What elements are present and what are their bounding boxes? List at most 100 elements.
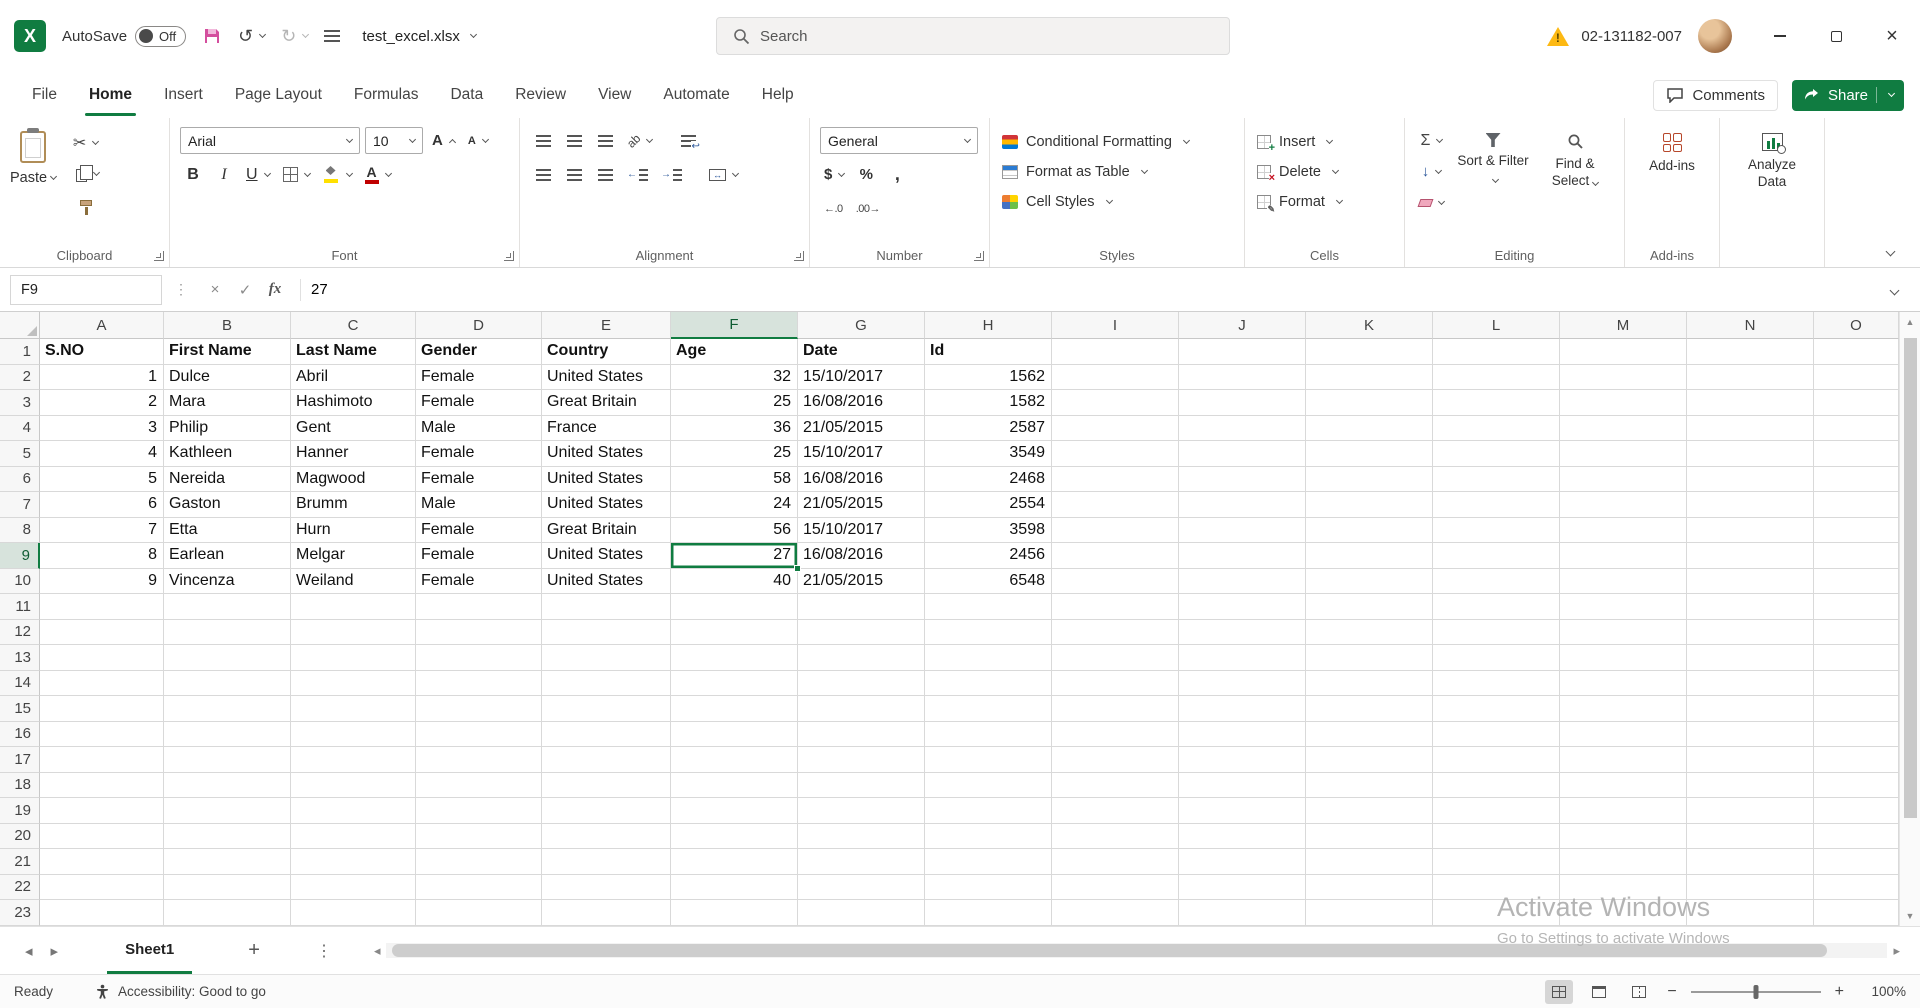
cell-E21[interactable] xyxy=(542,849,671,875)
column-header-n[interactable]: N xyxy=(1687,312,1814,339)
horizontal-scroll-track[interactable] xyxy=(386,943,1887,958)
cell-F16[interactable] xyxy=(671,722,798,748)
scroll-up-icon[interactable]: ▲ xyxy=(1900,317,1920,327)
cell-styles-dropdown-icon[interactable] xyxy=(1105,197,1112,204)
row-header-5[interactable]: 5 xyxy=(0,441,40,467)
cell-K22[interactable] xyxy=(1306,875,1433,901)
cell-O23[interactable] xyxy=(1814,900,1899,926)
cell-A5[interactable]: 4 xyxy=(40,441,164,467)
cell-M11[interactable] xyxy=(1560,594,1687,620)
cell-K5[interactable] xyxy=(1306,441,1433,467)
cell-O20[interactable] xyxy=(1814,824,1899,850)
cell-J12[interactable] xyxy=(1179,620,1306,646)
column-header-m[interactable]: M xyxy=(1560,312,1687,339)
font-name-dropdown-icon[interactable] xyxy=(346,135,353,142)
cell-B10[interactable]: Vincenza xyxy=(164,569,291,595)
orientation-button[interactable]: ab xyxy=(623,127,656,154)
fill-button[interactable]: ↓ xyxy=(1415,158,1448,185)
cell-C3[interactable]: Hashimoto xyxy=(291,390,416,416)
cell-C16[interactable] xyxy=(291,722,416,748)
zoom-slider[interactable] xyxy=(1691,991,1821,993)
cell-E17[interactable] xyxy=(542,747,671,773)
share-dropdown-icon[interactable] xyxy=(1888,90,1895,97)
cell-N1[interactable] xyxy=(1687,339,1814,365)
row-header-20[interactable]: 20 xyxy=(0,824,40,850)
cell-B9[interactable]: Earlean xyxy=(164,543,291,569)
cell-G23[interactable] xyxy=(798,900,925,926)
cell-N22[interactable] xyxy=(1687,875,1814,901)
cell-F20[interactable] xyxy=(671,824,798,850)
font-dialog-launcher[interactable] xyxy=(504,251,514,261)
cell-C20[interactable] xyxy=(291,824,416,850)
cell-B5[interactable]: Kathleen xyxy=(164,441,291,467)
italic-button[interactable]: I xyxy=(211,161,237,188)
cell-F2[interactable]: 32 xyxy=(671,365,798,391)
cell-D18[interactable] xyxy=(416,773,542,799)
cell-G11[interactable] xyxy=(798,594,925,620)
cell-I11[interactable] xyxy=(1052,594,1179,620)
analyze-data-button[interactable]: Analyze Data xyxy=(1735,127,1809,243)
cut-dropdown-icon[interactable] xyxy=(92,137,99,144)
cell-A14[interactable] xyxy=(40,671,164,697)
cell-A7[interactable]: 6 xyxy=(40,492,164,518)
cell-B8[interactable]: Etta xyxy=(164,518,291,544)
cell-B23[interactable] xyxy=(164,900,291,926)
cell-M5[interactable] xyxy=(1560,441,1687,467)
row-header-4[interactable]: 4 xyxy=(0,416,40,442)
cell-L8[interactable] xyxy=(1433,518,1560,544)
cell-O18[interactable] xyxy=(1814,773,1899,799)
cell-F1[interactable]: Age xyxy=(671,339,798,365)
cell-C2[interactable]: Abril xyxy=(291,365,416,391)
copy-dropdown-icon[interactable] xyxy=(93,168,100,175)
cell-B1[interactable]: First Name xyxy=(164,339,291,365)
new-sheet-button[interactable]: + xyxy=(240,939,268,962)
cell-D7[interactable]: Male xyxy=(416,492,542,518)
cell-L3[interactable] xyxy=(1433,390,1560,416)
cell-E12[interactable] xyxy=(542,620,671,646)
cell-E15[interactable] xyxy=(542,696,671,722)
tab-help[interactable]: Help xyxy=(746,72,810,118)
column-header-k[interactable]: K xyxy=(1306,312,1433,339)
underline-dropdown-icon[interactable] xyxy=(264,169,271,176)
align-middle-button[interactable] xyxy=(561,127,587,154)
cell-D6[interactable]: Female xyxy=(416,467,542,493)
cell-F13[interactable] xyxy=(671,645,798,671)
cell-H7[interactable]: 2554 xyxy=(925,492,1052,518)
cell-L16[interactable] xyxy=(1433,722,1560,748)
align-bottom-button[interactable] xyxy=(592,127,618,154)
cell-B6[interactable]: Nereida xyxy=(164,467,291,493)
conditional-formatting-button[interactable]: Conditional Formatting xyxy=(1000,127,1234,157)
cell-N20[interactable] xyxy=(1687,824,1814,850)
cell-O21[interactable] xyxy=(1814,849,1899,875)
cell-N12[interactable] xyxy=(1687,620,1814,646)
autosum-dropdown-icon[interactable] xyxy=(1436,135,1443,142)
insert-cells-button[interactable]: + Insert xyxy=(1255,127,1394,157)
cell-E3[interactable]: Great Britain xyxy=(542,390,671,416)
row-header-23[interactable]: 23 xyxy=(0,900,40,926)
cell-D14[interactable] xyxy=(416,671,542,697)
cell-H2[interactable]: 1562 xyxy=(925,365,1052,391)
redo-dropdown-icon[interactable] xyxy=(302,31,309,38)
row-header-14[interactable]: 14 xyxy=(0,671,40,697)
cell-M17[interactable] xyxy=(1560,747,1687,773)
format-as-table-dropdown-icon[interactable] xyxy=(1141,167,1148,174)
row-header-16[interactable]: 16 xyxy=(0,722,40,748)
insert-dropdown-icon[interactable] xyxy=(1326,137,1333,144)
undo-button[interactable]: ↺ xyxy=(238,26,265,47)
cell-N21[interactable] xyxy=(1687,849,1814,875)
cell-E5[interactable]: United States xyxy=(542,441,671,467)
cell-I7[interactable] xyxy=(1052,492,1179,518)
cell-N16[interactable] xyxy=(1687,722,1814,748)
cell-M4[interactable] xyxy=(1560,416,1687,442)
cell-A22[interactable] xyxy=(40,875,164,901)
cell-K21[interactable] xyxy=(1306,849,1433,875)
cell-F6[interactable]: 58 xyxy=(671,467,798,493)
cell-E14[interactable] xyxy=(542,671,671,697)
cell-C17[interactable] xyxy=(291,747,416,773)
cell-L14[interactable] xyxy=(1433,671,1560,697)
cell-M21[interactable] xyxy=(1560,849,1687,875)
column-header-a[interactable]: A xyxy=(40,312,164,339)
cell-L20[interactable] xyxy=(1433,824,1560,850)
cell-J16[interactable] xyxy=(1179,722,1306,748)
cell-C22[interactable] xyxy=(291,875,416,901)
